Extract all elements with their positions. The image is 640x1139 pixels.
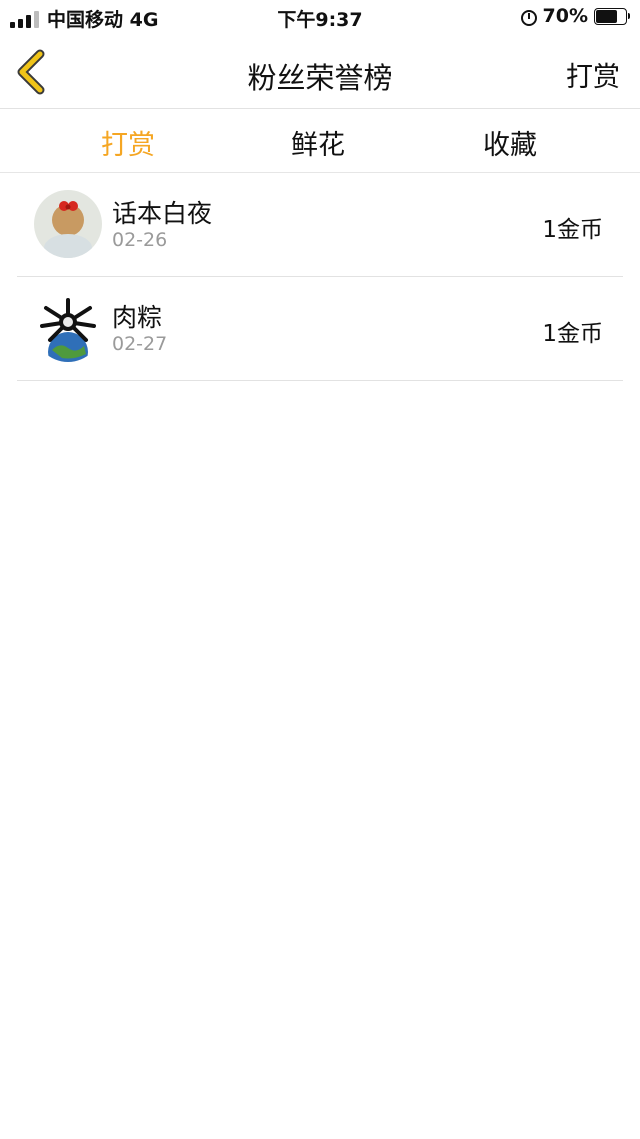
reward-amount: 1金币 — [542, 217, 603, 243]
tab-favorites[interactable]: 收藏 — [483, 123, 537, 162]
tab-bar: 打赏 鲜花 收藏 — [0, 109, 640, 172]
alarm-icon — [519, 7, 537, 26]
avatar — [34, 190, 102, 258]
list-item[interactable]: 话本白夜 02-26 1金币 — [0, 173, 640, 277]
nav-bar: 粉丝荣誉榜 打赏 — [0, 34, 640, 108]
page-title: 粉丝荣誉榜 — [247, 61, 393, 95]
reward-amount: 1金币 — [542, 321, 603, 347]
status-right: 70% — [519, 5, 630, 27]
list-item[interactable]: 肉粽 02-27 1金币 — [0, 277, 640, 381]
fan-name: 话本白夜 — [112, 199, 213, 228]
row-divider — [17, 380, 623, 381]
battery-percent: 70% — [542, 5, 588, 27]
fan-name: 肉粽 — [112, 303, 163, 332]
tab-reward[interactable]: 打赏 — [101, 123, 155, 162]
fan-date: 02-27 — [112, 333, 168, 355]
fan-date: 02-26 — [112, 229, 168, 251]
status-bar: 中国移动 4G 下午9:37 70% — [0, 0, 640, 34]
avatar — [34, 294, 102, 362]
reward-button[interactable]: 打赏 — [566, 55, 620, 94]
battery-icon — [594, 7, 630, 25]
tab-flowers[interactable]: 鲜花 — [291, 123, 345, 162]
